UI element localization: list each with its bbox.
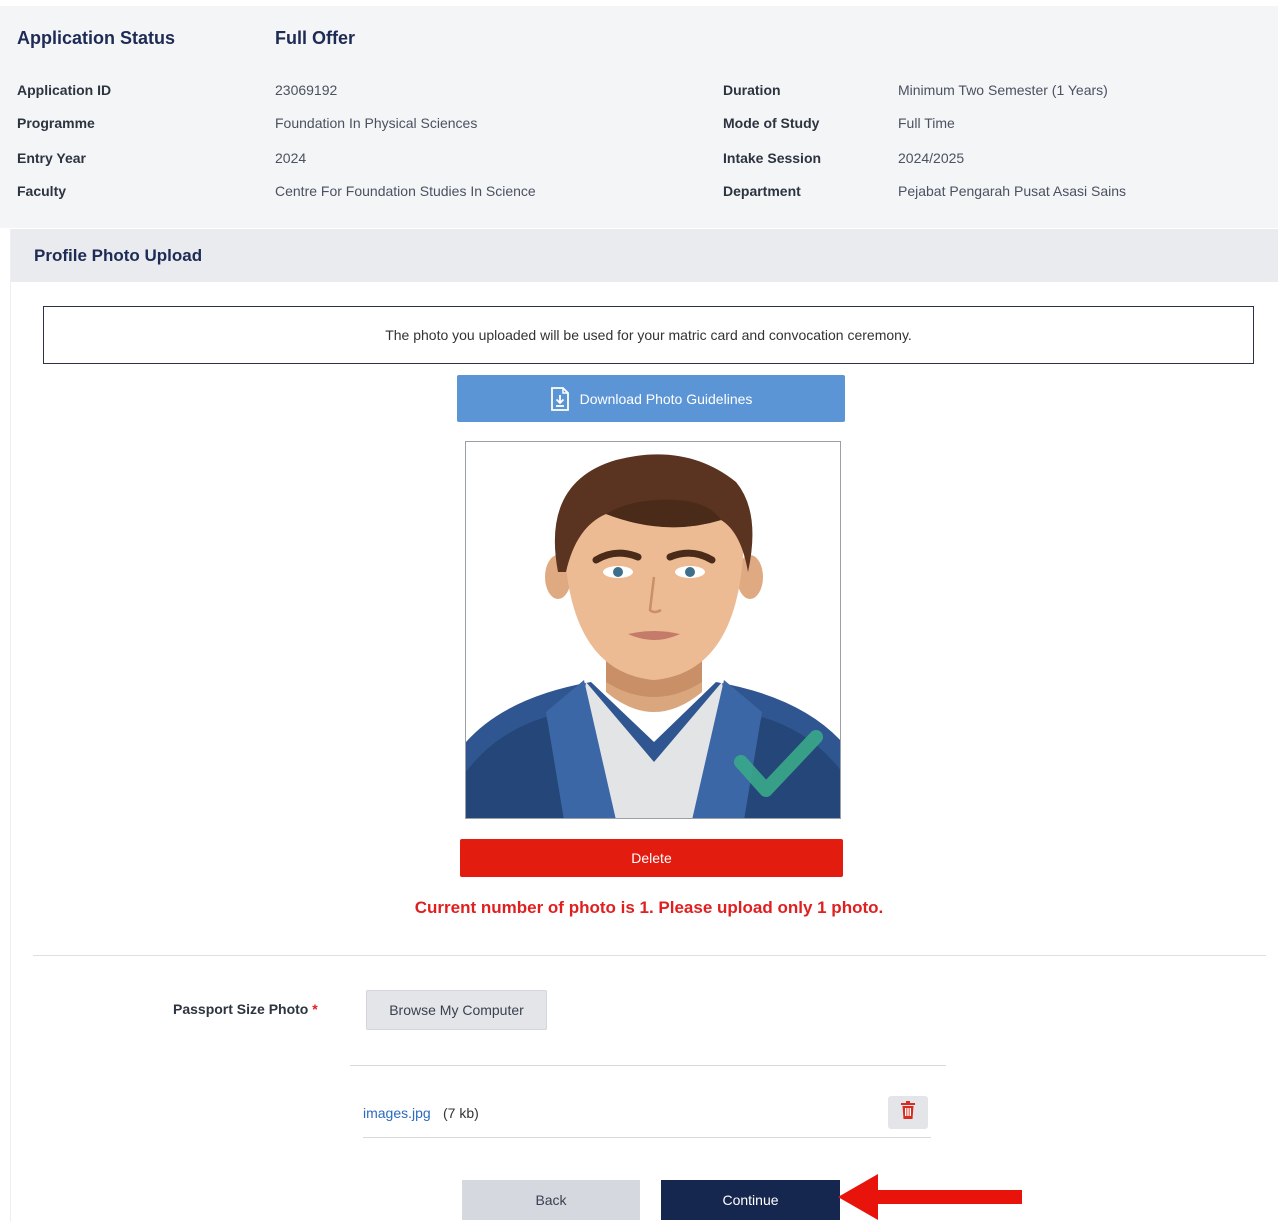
section-title: Profile Photo Upload [34,246,203,265]
file-list-bottom-border [363,1137,931,1138]
intake-session-label: Intake Session [723,150,822,166]
faculty-label: Faculty [17,183,67,199]
delete-photo-button[interactable]: Delete [460,839,843,877]
delete-label: Delete [631,850,672,866]
required-asterisk: * [312,1001,318,1017]
programme-label: Programme [17,115,95,131]
programme-value: Foundation In Physical Sciences [275,115,478,131]
uploaded-file-link[interactable]: images.jpg [363,1105,431,1121]
intake-session-value: 2024/2025 [898,150,965,166]
remove-file-button[interactable] [888,1096,928,1129]
passport-photo-field-label: Passport Size Photo * [173,1001,318,1017]
browse-computer-button[interactable]: Browse My Computer [366,990,547,1030]
duration-label: Duration [723,82,781,98]
continue-label: Continue [722,1192,779,1208]
browse-label: Browse My Computer [389,1002,524,1018]
mode-of-study-label: Mode of Study [723,115,820,131]
download-guidelines-label: Download Photo Guidelines [579,390,753,407]
mode-of-study-value: Full Time [898,115,955,131]
application-id-label: Application ID [17,82,112,98]
back-button[interactable]: Back [462,1180,640,1220]
passport-photo-illustration [466,442,840,818]
photo-count-warning: Current number of photo is 1. Please upl… [414,898,884,917]
application-info-panel: Application Status Full Offer Applicatio… [0,6,1278,228]
download-guidelines-button[interactable]: Download Photo Guidelines [457,375,845,422]
file-download-icon [550,386,570,411]
application-status-label: Application Status [17,28,176,48]
faculty-value: Centre For Foundation Studies In Science [275,183,536,199]
uploaded-file-size: (7 kb) [443,1105,479,1121]
photo-usage-notice: The photo you uploaded will be used for … [43,306,1254,364]
passport-photo-label-text: Passport Size Photo [173,1001,309,1017]
entry-year-value: 2024 [275,150,307,166]
section-header: Profile Photo Upload [11,229,1278,282]
department-label: Department [723,183,801,199]
duration-value: Minimum Two Semester (1 Years) [898,82,1108,98]
back-label: Back [535,1192,567,1208]
section-divider [33,955,1266,956]
department-value: Pejabat Pengarah Pusat Asasi Sains [898,183,1127,199]
notice-text: The photo you uploaded will be used for … [385,327,912,343]
application-id-value: 23069192 [275,82,338,98]
uploaded-photo-preview [465,441,841,819]
trash-icon [900,1101,916,1124]
entry-year-label: Entry Year [17,150,87,166]
file-list-top-border [350,1065,946,1066]
arrow-left-icon [838,1172,1024,1222]
continue-button[interactable]: Continue [661,1180,840,1220]
application-status-value: Full Offer [275,28,355,48]
